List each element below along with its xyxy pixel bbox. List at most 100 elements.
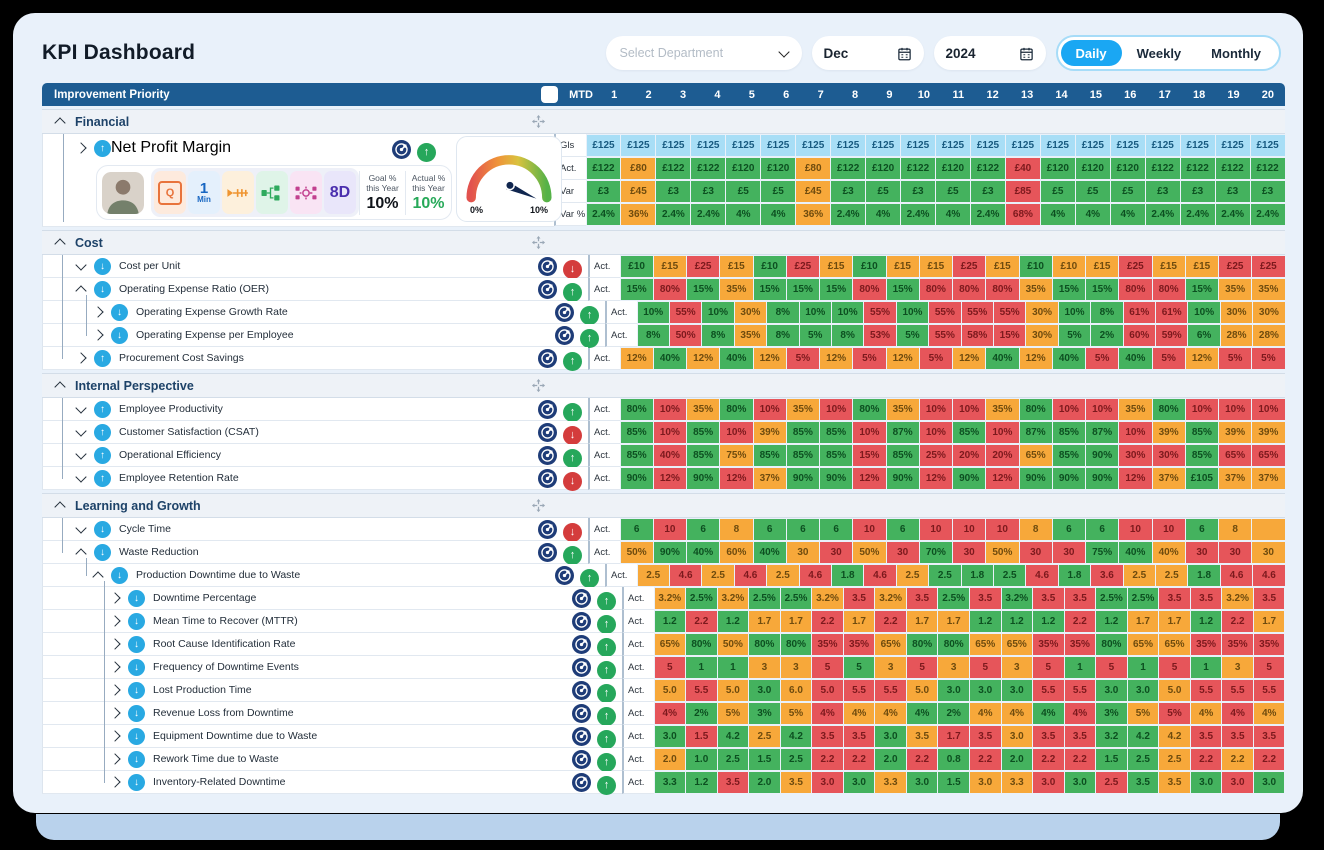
move-icon[interactable] xyxy=(531,235,546,250)
kpi-cell: 30 xyxy=(1020,542,1052,563)
kpi-row-left[interactable]: ↓Equipment Downtime due to Waste↑ xyxy=(42,725,622,748)
kpi-row-left[interactable]: ↓Root Cause Identification Rate↑ xyxy=(42,633,622,656)
chevron-right-icon[interactable] xyxy=(109,730,120,741)
kpi-cell: £120 xyxy=(1076,158,1110,179)
section-header-internal-perspective[interactable]: Internal Perspective xyxy=(42,373,1285,398)
chevron-right-icon[interactable] xyxy=(92,306,103,317)
kpi-cell: 12% xyxy=(920,468,952,489)
eight-d-icon[interactable]: 8D xyxy=(324,171,356,214)
chevron-up-icon[interactable] xyxy=(54,501,65,512)
move-icon[interactable] xyxy=(541,86,558,103)
trend-down-icon: ↓ xyxy=(128,751,145,768)
chevron-up-icon[interactable] xyxy=(75,548,86,559)
chevron-up-icon[interactable] xyxy=(54,381,65,392)
kpi-cell: 3.2% xyxy=(812,588,843,609)
kpi-row-left[interactable]: ↓Waste Reduction↑ xyxy=(42,541,588,564)
chevron-right-icon[interactable] xyxy=(109,707,120,718)
kpi-label: Mean Time to Recover (MTTR) xyxy=(153,615,298,627)
target-icon[interactable] xyxy=(392,140,411,164)
section-header-cost[interactable]: Cost xyxy=(42,230,1285,255)
kpi-row-operating-expense-growth-rate: ↓Operating Expense Growth Rate↑Act.10%55… xyxy=(42,301,1285,324)
trend-down-icon: ↓ xyxy=(128,636,145,653)
kpi-cell: 2.2 xyxy=(1222,749,1253,770)
kpi-cell: 3.0 xyxy=(938,680,969,701)
chevron-up-icon[interactable] xyxy=(75,285,86,296)
kpi-cell: 2.4% xyxy=(1216,204,1250,225)
kpi-cell: £45 xyxy=(796,181,830,202)
chevron-right-icon[interactable] xyxy=(109,661,120,672)
chevron-right-icon[interactable] xyxy=(109,684,120,695)
chevron-up-icon[interactable] xyxy=(92,571,103,582)
chevron-down-icon[interactable] xyxy=(75,259,86,270)
chevron-right-icon[interactable] xyxy=(92,329,103,340)
move-icon[interactable] xyxy=(531,378,546,393)
chevron-right-icon[interactable] xyxy=(109,638,120,649)
kpi-row-left[interactable]: ↓Production Downtime due to Waste↑ xyxy=(42,564,605,587)
one-minute-icon[interactable]: 1Min xyxy=(188,171,220,214)
kpi-row-left[interactable]: ↓Lost Production Time↑ xyxy=(42,679,622,702)
tab-daily[interactable]: Daily xyxy=(1061,40,1122,66)
quality-audit-icon[interactable]: Q xyxy=(154,171,186,214)
tree-guide-line xyxy=(86,295,87,336)
target-icon[interactable] xyxy=(538,349,557,373)
kpi-row-left[interactable]: ↑Procurement Cost Savings↑ xyxy=(42,347,588,370)
kpi-row-left[interactable]: ↓Inventory-Related Downtime↑ xyxy=(42,771,622,794)
kpi-row-left[interactable]: ↓Frequency of Downtime Events↑ xyxy=(42,656,622,679)
data-row-var: Var£3£45£3£3£5£5£45£3£5£3£5£3£85£5£5£5£3… xyxy=(554,180,1285,203)
kpi-cell: 10% xyxy=(1053,399,1085,420)
kpi-cell: 85% xyxy=(1053,422,1085,443)
chevron-down-icon[interactable] xyxy=(75,402,86,413)
month-picker[interactable]: Dec xyxy=(812,36,924,70)
trend-up-icon: ↑ xyxy=(94,401,111,418)
tab-monthly[interactable]: Monthly xyxy=(1196,40,1276,66)
chevron-right-icon[interactable] xyxy=(109,615,120,626)
kpi-row-left[interactable]: ↓Operating Expense Growth Rate↑ xyxy=(42,301,605,324)
kpi-row-left[interactable]: ↑Employee Retention Rate↓ xyxy=(42,467,588,490)
kpi-cell: 1 xyxy=(718,657,749,678)
kpi-row-left[interactable]: ↓Rework Time due to Waste↑ xyxy=(42,748,622,771)
kpi-row-left[interactable]: ↓Mean Time to Recover (MTTR)↑ xyxy=(42,610,622,633)
tab-weekly[interactable]: Weekly xyxy=(1122,40,1197,66)
kpi-row-left[interactable]: ↓Cost per Unit↓ xyxy=(42,255,588,278)
chevron-up-icon[interactable] xyxy=(54,238,65,249)
kpi-row-left[interactable]: ↓Operating Expense per Employee↑ xyxy=(42,324,605,347)
kpi-row-left[interactable]: ↓Cycle Time↓ xyxy=(42,518,588,541)
kpi-cell: 2.2 xyxy=(970,749,1001,770)
kpi-cell: £15 xyxy=(720,256,752,277)
chevron-right-icon[interactable] xyxy=(109,776,120,787)
chevron-down-icon[interactable] xyxy=(75,522,86,533)
chevron-right-icon[interactable] xyxy=(75,142,86,153)
chevron-down-icon[interactable] xyxy=(75,471,86,482)
kpi-cell xyxy=(1252,519,1284,540)
kpi-row-frequency-of-downtime-events: ↓Frequency of Downtime Events↑Act.511335… xyxy=(42,656,1285,679)
chevron-right-icon[interactable] xyxy=(109,753,120,764)
move-icon[interactable] xyxy=(531,498,546,513)
target-icon[interactable] xyxy=(538,469,557,493)
kpi-row-left[interactable]: ↓Operating Expense Ratio (OER)↑ xyxy=(42,278,588,301)
chevron-right-icon[interactable] xyxy=(109,592,120,603)
trend-down-icon: ↓ xyxy=(111,327,128,344)
fishbone-diagram-icon[interactable] xyxy=(222,171,254,214)
chevron-down-icon[interactable] xyxy=(75,425,86,436)
kpi-row-left[interactable]: ↓Downtime Percentage↑ xyxy=(42,587,622,610)
kpi-row-left[interactable]: ↑Operational Efficiency↑ xyxy=(42,444,588,467)
chevron-down-icon[interactable] xyxy=(75,448,86,459)
kpi-cell: 40% xyxy=(654,445,686,466)
move-icon[interactable] xyxy=(531,114,546,129)
process-gear-icon[interactable] xyxy=(290,171,322,214)
tree-diagram-icon[interactable] xyxy=(256,171,288,214)
section-header-learning-and-growth[interactable]: Learning and Growth xyxy=(42,493,1285,518)
assignee-avatar[interactable] xyxy=(102,172,144,214)
kpi-cell: £15 xyxy=(1186,256,1218,277)
department-select[interactable]: Select Department xyxy=(606,36,802,70)
kpi-row-left[interactable]: ↑Customer Satisfaction (CSAT)↓ xyxy=(42,421,588,444)
target-icon[interactable] xyxy=(572,773,591,797)
section-header-financial[interactable]: Financial xyxy=(42,109,1285,134)
kpi-row-left[interactable]: ↓Revenue Loss from Downtime↑ xyxy=(42,702,622,725)
kpi-cell: 12% xyxy=(754,348,786,369)
chevron-right-icon[interactable] xyxy=(75,352,86,363)
kpi-row-left[interactable]: ↑Employee Productivity↑ xyxy=(42,398,588,421)
kpi-cell: 3.5 xyxy=(1065,588,1096,609)
chevron-up-icon[interactable] xyxy=(54,117,65,128)
year-picker[interactable]: 2024 xyxy=(934,36,1046,70)
